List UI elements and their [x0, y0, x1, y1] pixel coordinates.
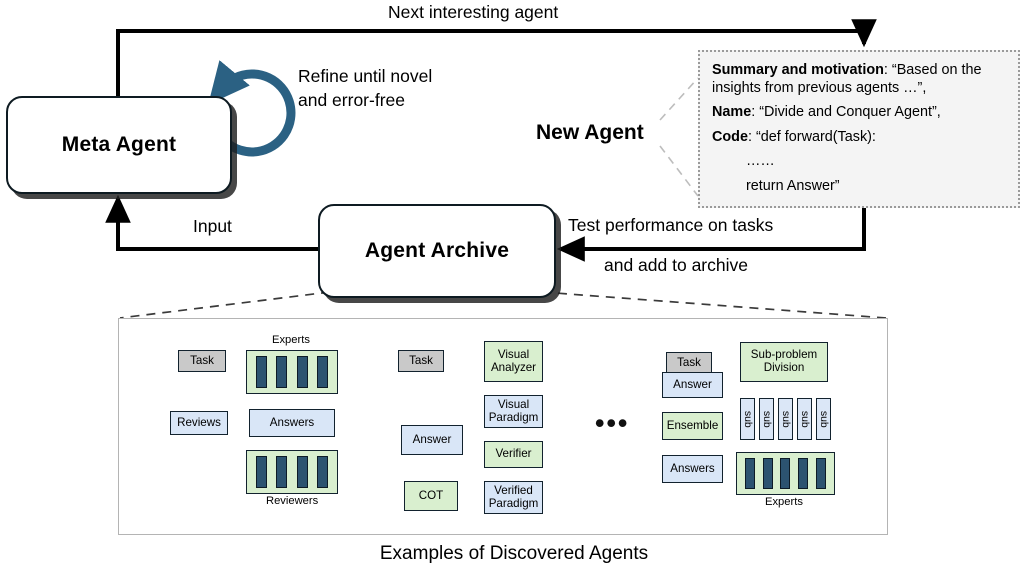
- node-sub-4[interactable]: sub: [797, 398, 812, 440]
- edge-label-next-interesting-agent: Next interesting agent: [388, 2, 559, 22]
- new-agent-name-value: : “Divide and Conquer Agent”,: [751, 104, 941, 120]
- reviewer-bar: [296, 456, 308, 488]
- node-label: Answers: [269, 415, 315, 429]
- new-agent-detail-card: Summary and motivation: “Based on the in…: [698, 50, 1020, 208]
- node-sub-1[interactable]: sub: [740, 398, 755, 440]
- node-answer-dc[interactable]: Answer: [662, 372, 723, 398]
- expert-bar: [762, 458, 773, 489]
- node-sub-problem-division[interactable]: Sub-problem Division: [740, 342, 828, 382]
- node-label: sub: [760, 410, 773, 428]
- node-visual-paradigm[interactable]: Visual Paradigm: [484, 395, 543, 428]
- reviewer-bank-peer[interactable]: [246, 450, 338, 494]
- edge-label-refine-line1: Refine until novel: [298, 66, 433, 86]
- node-label: Answer: [412, 432, 452, 446]
- expert-bank-dc[interactable]: [736, 452, 835, 495]
- expert-bar: [256, 356, 268, 388]
- node-label: Visual Paradigm: [488, 397, 539, 424]
- node-sub-5[interactable]: sub: [816, 398, 831, 440]
- node-label: sub: [817, 410, 830, 428]
- expert-bar: [780, 458, 791, 489]
- node-verifier[interactable]: Verifier: [484, 441, 543, 468]
- new-agent-summary-key: Summary and motivation: [712, 62, 884, 78]
- new-agent-name-row: Name: “Divide and Conquer Agent”,: [712, 104, 1006, 122]
- new-agent-label: New Agent: [536, 121, 644, 144]
- expert-bar: [296, 356, 308, 388]
- expert-bar: [316, 356, 328, 388]
- node-label: Task: [409, 353, 433, 367]
- node-label: sub: [798, 410, 811, 428]
- edge-label-refine-line2: and error-free: [298, 90, 405, 110]
- edge-label-test-line1: Test performance on tasks: [568, 215, 774, 235]
- expert-bar: [744, 458, 755, 489]
- leader-newagent-to-card: [659, 77, 699, 197]
- expert-bar: [276, 356, 288, 388]
- node-label: Reviews: [177, 415, 221, 429]
- node-label: Task: [677, 355, 701, 369]
- node-visual-analyzer[interactable]: Visual Analyzer: [484, 341, 543, 382]
- diagram-canvas: Meta Agent Agent Archive Next interestin…: [0, 0, 1028, 576]
- new-agent-code-return-row: return Answer”: [712, 178, 1006, 196]
- node-label: Answers: [670, 461, 715, 475]
- reviewer-bar: [256, 456, 268, 488]
- node-answer-vm[interactable]: Answer: [401, 425, 463, 455]
- node-label: Sub-problem Division: [750, 348, 818, 374]
- new-agent-summary-row: Summary and motivation: “Based on the in…: [712, 62, 1006, 97]
- new-agent-code-ellipsis-row: ……: [712, 153, 1006, 171]
- agent-archive-label: Agent Archive: [364, 239, 510, 262]
- node-sub-2[interactable]: sub: [759, 398, 774, 440]
- new-agent-code-value: : “def forward(Task):: [747, 128, 876, 145]
- node-label: sub: [779, 410, 792, 428]
- experts-label-peer: Experts: [272, 334, 310, 346]
- examples-panel-caption: Examples of Discovered Agents: [379, 543, 649, 564]
- node-ensemble[interactable]: Ensemble: [662, 412, 723, 440]
- edge-label-input: Input: [193, 216, 232, 236]
- expert-bar: [816, 458, 827, 489]
- node-task-vm[interactable]: Task: [398, 350, 444, 372]
- node-sub-3[interactable]: sub: [778, 398, 793, 440]
- node-label: COT: [418, 488, 444, 502]
- new-agent-code-key: Code: [712, 128, 748, 145]
- node-verified-paradigm[interactable]: Verified Paradigm: [484, 481, 543, 514]
- meta-agent-node[interactable]: Meta Agent: [6, 96, 232, 194]
- node-answers-peer[interactable]: Answers: [249, 409, 335, 437]
- node-label: sub: [741, 410, 754, 428]
- reviewer-bar: [276, 456, 288, 488]
- new-agent-code-ellipsis: ……: [746, 153, 775, 169]
- new-agent-code-row: Code: “def forward(Task):: [712, 129, 1006, 147]
- meta-agent-label: Meta Agent: [61, 133, 177, 156]
- node-task-dc[interactable]: Task: [666, 352, 712, 374]
- new-agent-code-return: return Answer”: [746, 177, 840, 194]
- reviewer-bar: [316, 456, 328, 488]
- node-cot[interactable]: COT: [404, 481, 458, 511]
- reviewers-label-peer: Reviewers: [266, 495, 319, 507]
- expert-bank-peer[interactable]: [246, 350, 338, 394]
- expert-bar: [798, 458, 809, 489]
- examples-ellipsis: •••: [595, 408, 630, 438]
- node-label: Verified Paradigm: [488, 483, 539, 510]
- node-label: Ensemble: [666, 418, 719, 432]
- node-label: Visual Analyzer: [490, 347, 537, 374]
- node-task-peer[interactable]: Task: [178, 350, 226, 372]
- node-label: Answer: [673, 377, 712, 391]
- node-label: Verifier: [495, 447, 532, 461]
- edge-label-test-line2: and add to archive: [604, 255, 748, 275]
- new-agent-name-key: Name: [712, 104, 752, 120]
- node-reviews-peer[interactable]: Reviews: [170, 411, 228, 435]
- experts-label-dc: Experts: [765, 496, 803, 508]
- agent-archive-node[interactable]: Agent Archive: [318, 204, 556, 298]
- node-label: Task: [190, 353, 214, 367]
- node-answers-dc[interactable]: Answers: [662, 455, 723, 483]
